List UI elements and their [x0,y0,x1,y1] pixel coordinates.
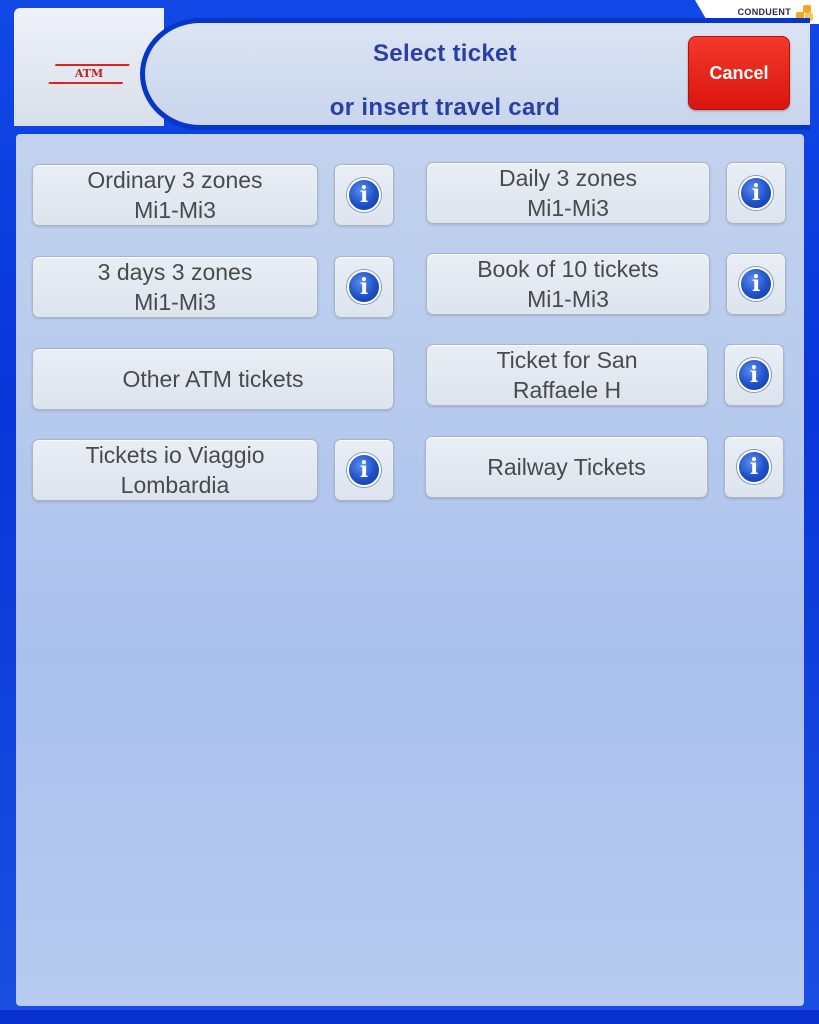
vendor-name: CONDUENT [737,7,791,17]
atm-logo: ATM [48,64,130,84]
ticket-button-other-atm-tickets[interactable]: Other ATM tickets [32,348,394,410]
info-icon: i [739,176,773,210]
ticket-button-book-of-10[interactable]: Book of 10 tickets Mi1-Mi3 [426,253,710,315]
info-button-san-raffaele[interactable]: i [724,344,784,406]
info-icon: i [739,267,773,301]
info-icon: i [737,358,771,392]
ticket-label-line2: Mi1-Mi3 [527,286,609,312]
ticket-label-line1: Railway Tickets [487,454,646,480]
info-icon: i [347,270,381,304]
bottom-frame [0,1010,819,1024]
ticket-label-line2: Mi1-Mi3 [134,197,216,223]
info-button-railway-tickets[interactable]: i [724,436,784,498]
ticket-selection-area: Ordinary 3 zones Mi1-Mi3 i Daily 3 zones… [16,134,804,1006]
info-button-book-of-10[interactable]: i [726,253,786,315]
ticket-button-io-viaggio-lombardia[interactable]: Tickets io Viaggio Lombardia [32,439,318,501]
info-button-daily-3-zones[interactable]: i [726,162,786,224]
ticket-label-line1: Ordinary 3 zones [87,167,263,193]
ticket-label-line1: Book of 10 tickets [477,256,659,282]
ticket-button-daily-3-zones[interactable]: Daily 3 zones Mi1-Mi3 [426,162,710,224]
ticket-label-line2: Raffaele H [512,377,622,403]
ticket-label-line1: Daily 3 zones [498,165,638,191]
info-button-3-days-3-zones[interactable]: i [334,256,394,318]
ticket-label-line1: 3 days 3 zones [97,259,253,285]
ticket-label-line1: Other ATM tickets [122,366,304,392]
info-button-io-viaggio-lombardia[interactable]: i [334,439,394,501]
info-icon: i [737,450,771,484]
ticket-button-san-raffaele[interactable]: Ticket for San Raffaele H [426,344,708,406]
info-button-ordinary-3-zones[interactable]: i [334,164,394,226]
ticket-label-line2: Mi1-Mi3 [527,195,609,221]
info-icon: i [347,178,381,212]
ticket-label-line2: Mi1-Mi3 [134,289,216,315]
info-icon: i [347,453,381,487]
page-title: Select ticket [373,40,517,67]
ticket-button-ordinary-3-zones[interactable]: Ordinary 3 zones Mi1-Mi3 [32,164,318,226]
ticket-button-3-days-3-zones[interactable]: 3 days 3 zones Mi1-Mi3 [32,256,318,318]
atm-logo-label: ATM [74,67,104,80]
ticket-machine-screen: CONDUENT ATM Select ticket or insert tra… [0,0,819,1024]
page-subtitle: or insert travel card [329,94,561,121]
cancel-button[interactable]: Cancel [688,36,790,110]
ticket-button-railway-tickets[interactable]: Railway Tickets [425,436,708,498]
ticket-label-line2: Lombardia [120,472,230,498]
ticket-label-line1: Tickets io Viaggio [85,442,265,468]
ticket-label-line1: Ticket for San [496,347,638,373]
